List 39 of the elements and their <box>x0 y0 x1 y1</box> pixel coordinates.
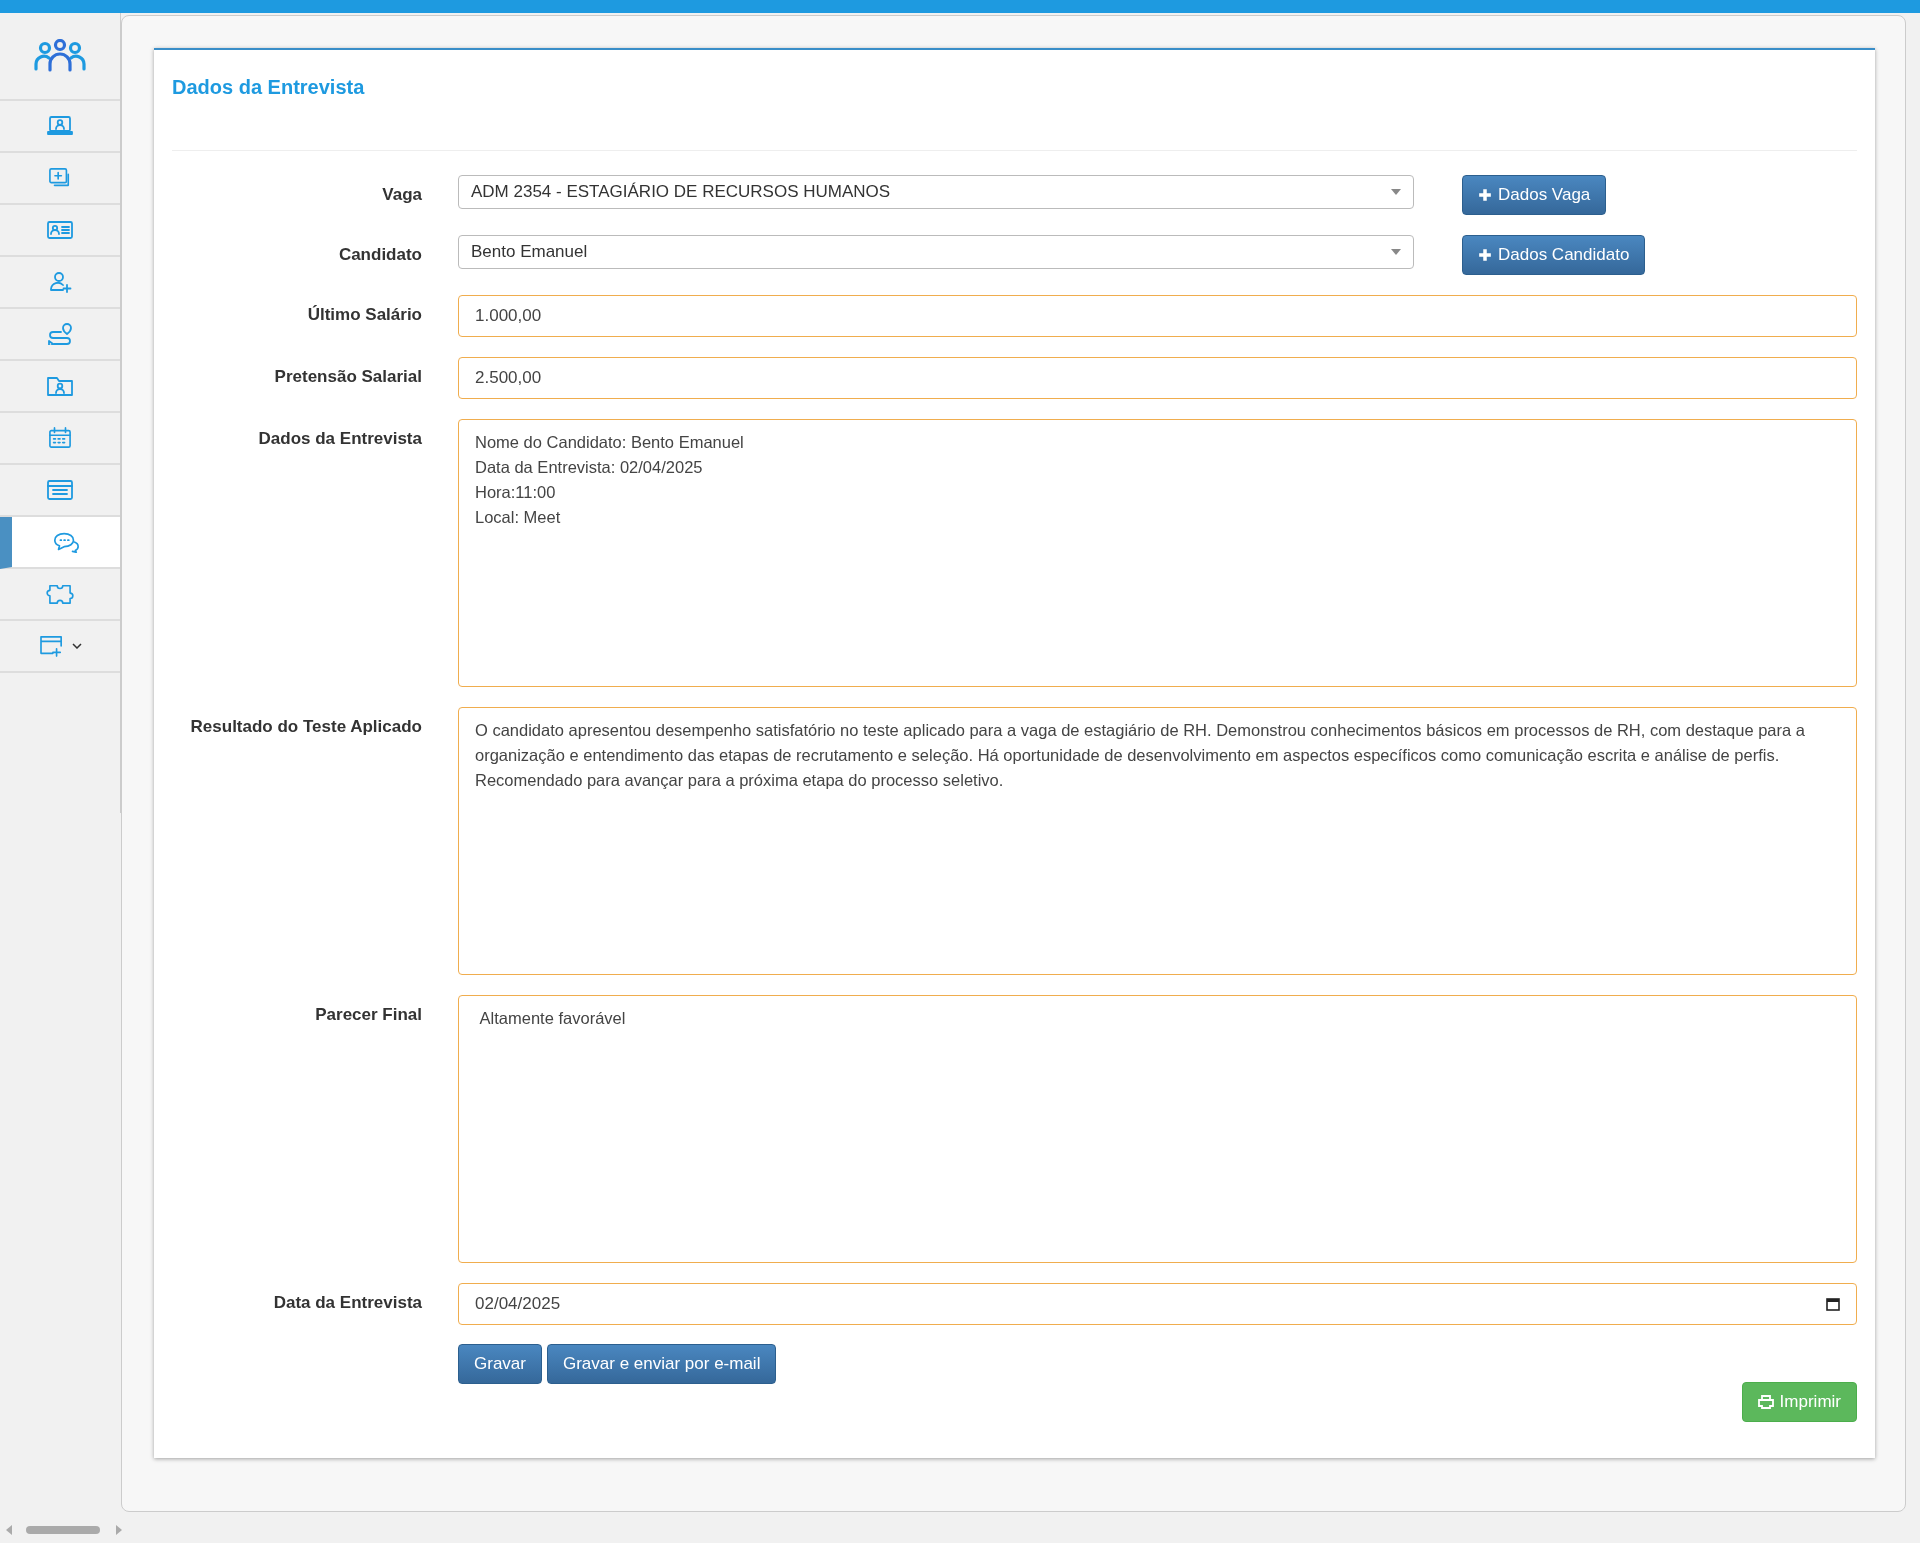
id-card-icon <box>46 219 74 241</box>
user-folder-icon <box>46 375 74 397</box>
save-button[interactable]: Gravar e enviar por e-mail <box>546 1344 777 1384</box>
details-button[interactable]: Dados Vaga <box>1462 175 1607 215</box>
printer-icon <box>1757 1395 1774 1409</box>
plus-icon <box>1478 188 1492 202</box>
textarea-field[interactable]: Altamente favorável <box>458 995 1857 1263</box>
field-label: Data da Entrevista <box>272 1292 423 1313</box>
field-label: Pretensão Salarial <box>273 366 423 387</box>
calendar-icon <box>46 427 74 449</box>
textarea-field[interactable]: Nome do Candidato: Bento Emanuel Data da Entrevista: 02/04/2025 Hora:11:00 Local: Meet <box>458 419 1857 687</box>
details-button[interactable]: Dados Candidato <box>1462 235 1646 275</box>
document-window-icon <box>46 479 74 501</box>
card-title: Dados da Entrevista <box>172 76 366 100</box>
field-label: Dados da Entrevista <box>257 428 423 449</box>
field-label: Parecer Final <box>314 1004 423 1025</box>
plus-icon <box>1478 248 1492 262</box>
select-field[interactable]: Bento Emanuel <box>458 235 1414 269</box>
date-field[interactable]: 02/04/2025 <box>458 1283 1857 1325</box>
people-group-icon <box>33 39 87 73</box>
input-field[interactable]: 2.500,00 <box>458 357 1857 399</box>
caret-icon <box>1391 189 1401 195</box>
chat-bubbles-icon <box>52 531 80 553</box>
laptop-user-icon <box>46 115 74 137</box>
textarea-field[interactable]: O candidato apresentou desempenho satisfatório no teste aplicado para a vaga de estagiário de RH. Demonstrou conhecimentos básicos em processos de RH, com destaque para a organização e entendimento das etapas de recrutamento e seleção. Há oportunidade de desenvolvimento em aspectos específicos como comunicação escrita e análise de perfis. Recomendado para avançar para a próxima etapa do processo seletivo. <box>458 707 1857 975</box>
chevron-down-icon <box>72 643 82 649</box>
horizontal-scrollbar[interactable] <box>4 1523 124 1537</box>
route-icon <box>46 323 74 345</box>
save-button[interactable]: Gravar <box>458 1344 542 1384</box>
field-label: Candidato <box>337 244 423 265</box>
field-label: Resultado do Teste Aplicado <box>189 716 423 737</box>
input-field[interactable]: 1.000,00 <box>458 295 1857 337</box>
select-field[interactable]: ADM 2354 - ESTAGIÁRIO DE RECURSOS HUMANOS <box>458 175 1414 209</box>
field-label: Vaga <box>381 184 423 205</box>
calendar-icon <box>1826 1297 1840 1311</box>
puzzle-icon <box>46 583 74 605</box>
field-label: Último Salário <box>306 304 423 325</box>
sidebar-item[interactable] <box>0 517 120 569</box>
caret-icon <box>1391 249 1401 255</box>
